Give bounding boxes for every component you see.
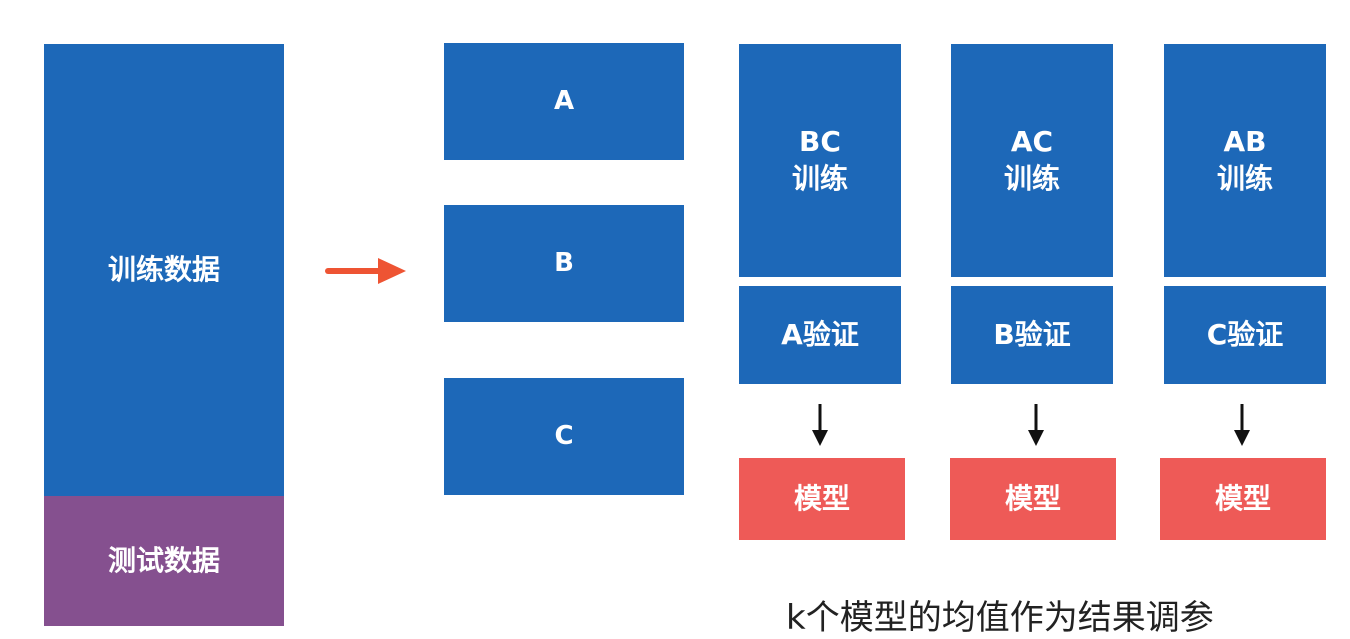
fold-1-train-block: BC 训练	[739, 44, 901, 277]
fold-3-validate-label: C验证	[1206, 317, 1284, 351]
split-block-b: B	[444, 205, 684, 322]
fold-1-train-sets: BC	[799, 124, 841, 158]
fold-2-model-block: 模型	[950, 458, 1116, 540]
fold-2-validate-label: B验证	[993, 317, 1071, 351]
fold-3-validate-block: C验证	[1164, 286, 1326, 384]
fold-2-model-label: 模型	[1004, 481, 1061, 515]
fold-2-validate-block: B验证	[951, 286, 1113, 384]
fold-1-model-block: 模型	[739, 458, 905, 540]
split-label-a: A	[553, 86, 575, 117]
fold-1-down-arrow-icon	[812, 404, 828, 446]
fold-2-train-sets: AC	[1010, 124, 1054, 158]
fold-2-down-arrow-icon	[1028, 404, 1044, 446]
split-block-a: A	[444, 43, 684, 160]
fold-3-model-label: 模型	[1214, 481, 1271, 515]
fold-3-down-arrow-icon	[1234, 404, 1250, 446]
split-label-b: B	[554, 248, 574, 279]
fold-1-train-word: 训练	[791, 161, 848, 195]
fold-3-train-block: AB 训练	[1164, 44, 1326, 277]
fold-2-train-word: 训练	[1003, 161, 1060, 195]
training-data-label: 训练数据	[107, 252, 220, 286]
fold-2-train-block: AC 训练	[951, 44, 1113, 277]
fold-1-model-label: 模型	[793, 481, 850, 515]
fold-3-train-sets: AB	[1223, 124, 1267, 158]
fold-1-validate-label: A验证	[781, 317, 859, 351]
fold-3-model-block: 模型	[1160, 458, 1326, 540]
training-data-block: 训练数据	[44, 44, 284, 496]
caption: k个模型的均值作为结果调参	[786, 598, 1214, 638]
fold-3-train-word: 训练	[1216, 161, 1273, 195]
split-block-c: C	[444, 378, 684, 495]
fold-1-validate-block: A验证	[739, 286, 901, 384]
split-arrow-icon	[325, 258, 406, 284]
test-data-block: 测试数据	[44, 496, 284, 626]
split-label-c: C	[554, 421, 574, 452]
test-data-label: 测试数据	[107, 543, 220, 577]
